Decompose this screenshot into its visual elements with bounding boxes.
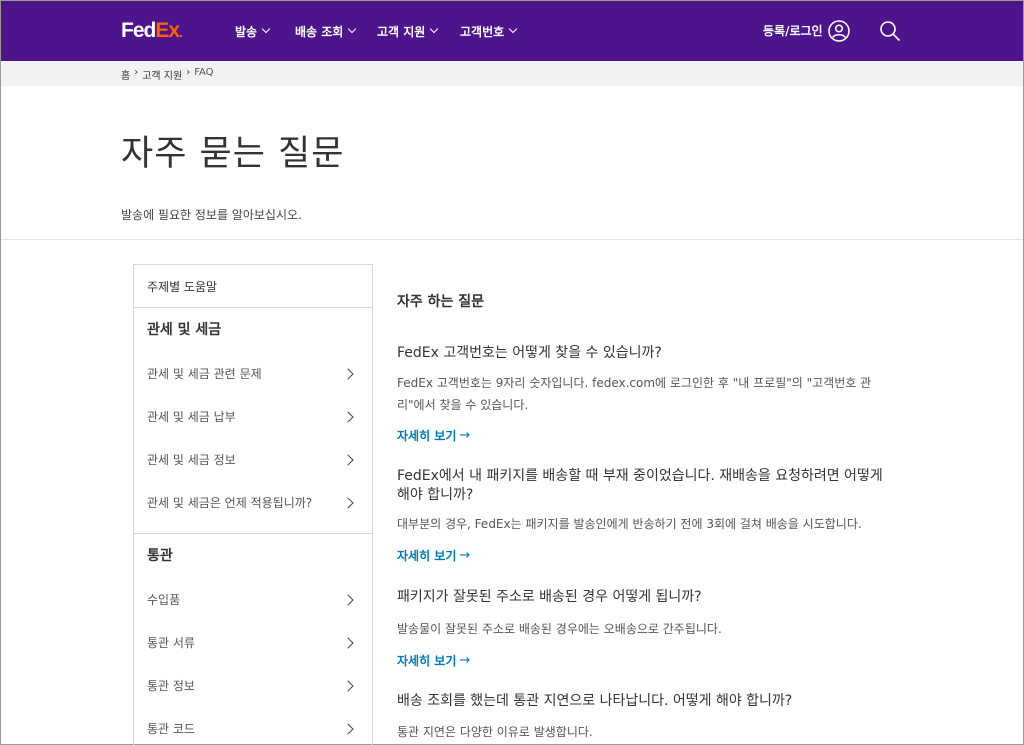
- search-icon[interactable]: [879, 20, 901, 42]
- sidebar-item[interactable]: 통관 정보: [134, 665, 372, 708]
- section-divider: [1, 239, 1023, 240]
- faq-question: FedEx 고객번호는 어떻게 찾을 수 있습니까?: [397, 345, 662, 361]
- sidebar-item[interactable]: 관세 및 세금 정보: [134, 439, 372, 482]
- sidebar-item[interactable]: 통관 서류: [134, 622, 372, 665]
- chevron-down-icon: [508, 24, 518, 34]
- faq-question: 배송 조회를 했는데 통관 지연으로 나타납니다. 어떻게 해야 합니까?: [397, 693, 793, 709]
- sidebar-group-title: 통관: [147, 548, 173, 564]
- chevron-right-icon: [342, 594, 354, 606]
- read-more-link[interactable]: 자세히 보기 →: [397, 427, 470, 444]
- read-more-link[interactable]: 자세히 보기 →: [397, 547, 470, 564]
- breadcrumb: 홈 › 고객 지원 › FAQ: [121, 67, 214, 82]
- breadcrumb-support[interactable]: 고객 지원: [142, 67, 182, 82]
- faq-answer: 통관 지연은 다양한 이유로 발생합니다.: [397, 725, 593, 739]
- breadcrumb-separator: ›: [134, 67, 139, 78]
- fedex-logo[interactable]: FedEx.: [121, 18, 183, 45]
- breadcrumb-bar: 홈 › 고객 지원 › FAQ: [1, 61, 1023, 86]
- chevron-right-icon: [342, 454, 354, 466]
- sidebar-item[interactable]: 관세 및 세금 납부: [134, 396, 372, 439]
- faq-answer: FedEx 고객번호는 9자리 숫자입니다. fedex.com에 로그인한 후…: [397, 376, 872, 412]
- nav-shipping[interactable]: 발송: [235, 22, 271, 40]
- arrow-right-icon: →: [459, 548, 471, 563]
- breadcrumb-home[interactable]: 홈: [121, 67, 130, 82]
- faq-heading: 자주 하는 질문: [397, 294, 485, 310]
- chevron-right-icon: [342, 411, 354, 423]
- topic-sidebar: 주제별 도움말 관세 및 세금 관세 및 세금 관련 문제 관세 및 세금 납부…: [133, 264, 373, 745]
- chevron-right-icon: [342, 723, 354, 735]
- sidebar-item[interactable]: 관세 및 세금은 언제 적용됩니까?: [134, 482, 372, 525]
- arrow-right-icon: →: [459, 428, 471, 443]
- sidebar-item[interactable]: 수입품: [134, 579, 372, 622]
- faq-answer: 발송물이 잘못된 주소로 배송된 경우에는 오배송으로 간주됩니다.: [397, 622, 722, 636]
- faq-question: 패키지가 잘못된 주소로 배송된 경우 어떻게 됩니까?: [397, 589, 702, 605]
- top-header: FedEx. 발송 배송 조회 고객 지원 고객번호 등록/로그인: [1, 1, 1023, 61]
- breadcrumb-current: FAQ: [194, 67, 214, 78]
- chevron-right-icon: [342, 497, 354, 509]
- breadcrumb-separator: ›: [186, 67, 191, 78]
- faq-answer: 대부분의 경우, FedEx는 패키지를 발송인에게 반송하기 전에 3회에 걸…: [397, 517, 862, 531]
- chevron-down-icon: [348, 24, 357, 34]
- chevron-right-icon: [342, 680, 354, 692]
- faq-question: FedEx에서 내 패키지를 배송할 때 부재 중이었습니다. 재배송을 요청하…: [397, 468, 883, 503]
- login-link[interactable]: 등록/로그인: [763, 22, 823, 39]
- sidebar-item[interactable]: 통관 코드: [134, 708, 372, 745]
- nav-tracking[interactable]: 배송 조회: [295, 22, 357, 40]
- chevron-right-icon: [342, 368, 354, 380]
- page-subtitle: 발송에 필요한 정보를 알아보십시오.: [121, 208, 302, 222]
- arrow-right-icon: →: [459, 653, 471, 668]
- chevron-down-icon: [261, 24, 271, 34]
- sidebar-group-title: 관세 및 세금: [147, 322, 222, 338]
- user-icon[interactable]: [828, 20, 850, 42]
- read-more-link[interactable]: 자세히 보기 →: [397, 652, 470, 669]
- sidebar-item[interactable]: 관세 및 세금 관련 문제: [134, 353, 372, 396]
- page-title: 자주 묻는 질문: [121, 134, 345, 174]
- nav-support[interactable]: 고객 지원: [377, 22, 439, 40]
- chevron-right-icon: [342, 637, 354, 649]
- nav-account[interactable]: 고객번호: [460, 22, 518, 40]
- chevron-down-icon: [430, 24, 439, 34]
- sidebar-heading: 주제별 도움말: [134, 265, 372, 308]
